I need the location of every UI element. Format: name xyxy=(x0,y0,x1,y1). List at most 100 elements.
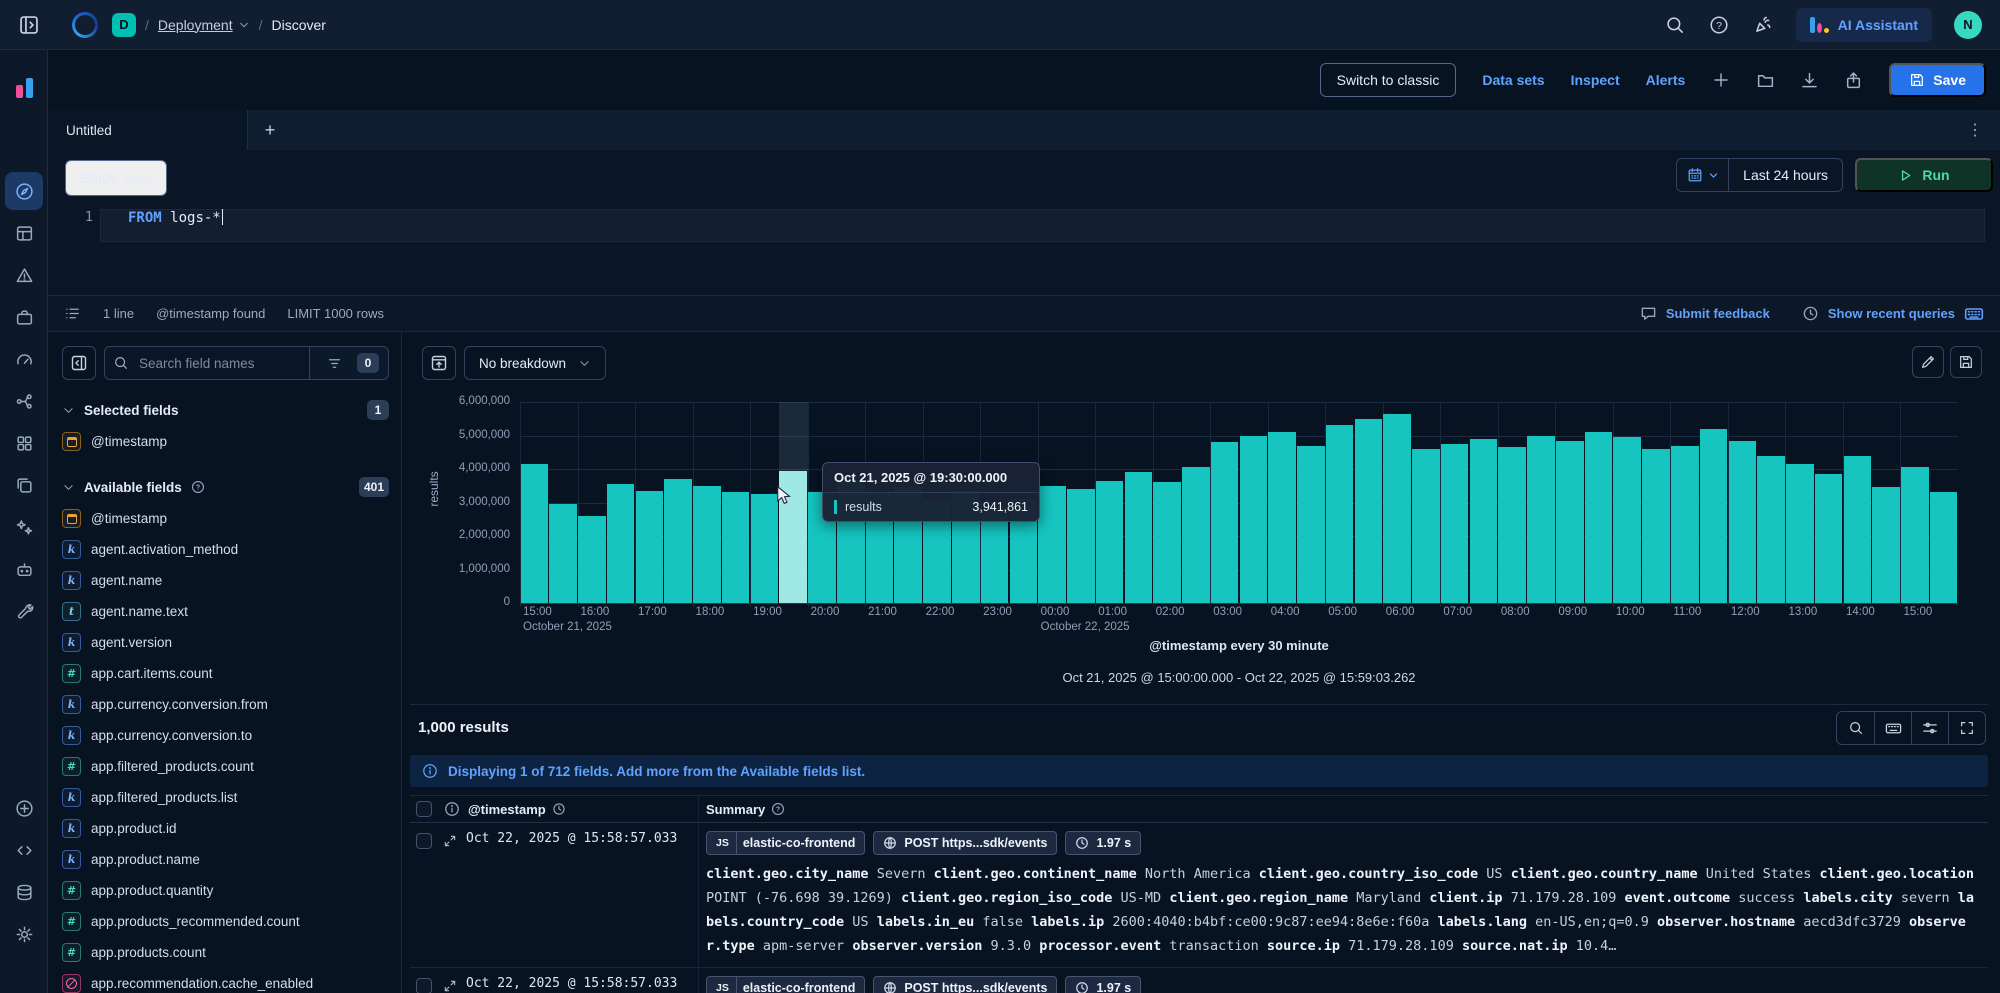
apps-grid-icon[interactable] xyxy=(5,424,43,462)
info-icon[interactable] xyxy=(444,801,460,817)
histogram-bar[interactable] xyxy=(1498,447,1526,603)
save-chart-icon[interactable] xyxy=(1950,346,1982,378)
user-avatar[interactable]: N xyxy=(1954,11,1982,39)
field-filter-button[interactable]: 0 xyxy=(309,347,388,379)
histogram-bar[interactable] xyxy=(1700,429,1728,603)
alerts-icon[interactable] xyxy=(5,256,43,294)
folder-icon[interactable] xyxy=(1755,70,1775,90)
row-checkbox[interactable] xyxy=(416,833,432,849)
keyboard-shortcuts-icon[interactable] xyxy=(1964,304,1984,324)
field-item[interactable]: #app.product.quantity xyxy=(62,875,389,906)
histogram-bar[interactable] xyxy=(1527,436,1555,604)
histogram-bar[interactable] xyxy=(549,504,577,603)
new-tab-button[interactable]: + xyxy=(248,110,292,150)
tools-wrench-icon[interactable] xyxy=(5,592,43,630)
histogram-bar[interactable] xyxy=(1556,441,1584,603)
alerts-link[interactable]: Alerts xyxy=(1646,72,1686,88)
summary-column-header[interactable]: Summary ? xyxy=(706,802,785,817)
tab-untitled[interactable]: Untitled xyxy=(48,110,248,150)
elastic-logo[interactable] xyxy=(72,12,98,38)
display-options-icon[interactable] xyxy=(1911,712,1948,744)
expand-row-icon[interactable] xyxy=(442,978,457,993)
histogram-bar[interactable] xyxy=(693,486,721,603)
search-icon[interactable] xyxy=(1837,712,1874,744)
histogram-bar[interactable] xyxy=(1297,446,1325,603)
announcements-icon[interactable] xyxy=(1752,14,1774,36)
save-button[interactable]: Save xyxy=(1889,63,1986,97)
histogram-bar[interactable] xyxy=(1729,441,1757,603)
keyboard-icon[interactable] xyxy=(1874,712,1911,744)
ai-sparkles-icon[interactable] xyxy=(5,508,43,546)
histogram-bar[interactable] xyxy=(664,479,692,603)
histogram-bar[interactable] xyxy=(1038,486,1066,603)
histogram-bar[interactable] xyxy=(1441,444,1469,603)
histogram-bar[interactable] xyxy=(1211,442,1239,603)
field-item[interactable]: kapp.currency.conversion.to xyxy=(62,720,389,751)
ai-assistant-button[interactable]: AI Assistant xyxy=(1796,8,1932,42)
expand-row-icon[interactable] xyxy=(442,833,457,848)
histogram-bar[interactable] xyxy=(722,492,750,603)
time-picker[interactable]: Last 24 hours xyxy=(1676,158,1843,192)
histogram-bar[interactable] xyxy=(1125,472,1153,603)
settings-gear-icon[interactable] xyxy=(5,915,43,953)
histogram-bar[interactable] xyxy=(1182,467,1210,603)
show-recent-queries-link[interactable]: Show recent queries xyxy=(1828,306,1955,321)
summary-badge-clock[interactable]: 1.97 s xyxy=(1065,976,1141,993)
breadcrumb-deployment[interactable]: Deployment xyxy=(158,17,250,33)
field-item[interactable]: #app.products.count xyxy=(62,937,389,968)
calendar-icon[interactable] xyxy=(1677,159,1729,191)
field-item[interactable]: kapp.currency.conversion.from xyxy=(62,689,389,720)
field-item[interactable]: kagent.name xyxy=(62,565,389,596)
histogram-bar[interactable] xyxy=(1901,467,1929,603)
summary-badge-globe[interactable]: POST https...sdk/events xyxy=(873,831,1057,855)
deployment-badge[interactable]: D xyxy=(112,13,136,37)
histogram-bar[interactable] xyxy=(636,491,664,603)
histogram-bar[interactable] xyxy=(1326,425,1354,603)
run-query-button[interactable]: Run xyxy=(1855,158,1993,192)
summary-badge-js[interactable]: JSelastic-co-frontend xyxy=(706,831,865,855)
machine-learning-icon[interactable] xyxy=(5,382,43,420)
histogram-bar[interactable] xyxy=(1096,481,1124,603)
histogram-bar[interactable] xyxy=(1642,449,1670,603)
histogram-bar[interactable] xyxy=(1930,492,1958,603)
field-item[interactable]: @timestamp xyxy=(62,426,389,457)
timestamp-column-header[interactable]: @timestamp xyxy=(468,802,566,817)
fullscreen-icon[interactable] xyxy=(1948,712,1985,744)
histogram-bar[interactable] xyxy=(1067,489,1095,603)
histogram-bar[interactable] xyxy=(1671,446,1699,603)
histogram-bar[interactable] xyxy=(1383,414,1411,603)
field-item[interactable]: kapp.product.id xyxy=(62,813,389,844)
dev-tools-icon[interactable] xyxy=(5,831,43,869)
available-fields-header[interactable]: Available fields ? 401 xyxy=(62,475,389,499)
field-item[interactable]: kapp.filtered_products.list xyxy=(62,782,389,813)
tab-options-menu-icon[interactable]: ⋮ xyxy=(1967,110,1984,150)
field-item[interactable]: app.recommendation.cache_enabled xyxy=(62,968,389,993)
histogram-bar[interactable] xyxy=(1872,487,1900,603)
histogram-bar[interactable] xyxy=(1470,439,1498,603)
edit-chart-pencil-icon[interactable] xyxy=(1912,346,1944,378)
field-item[interactable]: #app.filtered_products.count xyxy=(62,751,389,782)
histogram-plot[interactable]: Oct 21, 2025 @ 19:30:00.000 results 3,94… xyxy=(520,402,1958,603)
field-search-input[interactable] xyxy=(137,355,309,372)
field-search-box[interactable]: 0 xyxy=(104,346,389,380)
histogram-bar[interactable] xyxy=(751,494,779,603)
edit-visualization-icon[interactable] xyxy=(422,346,456,380)
cases-icon[interactable] xyxy=(5,298,43,336)
query-input-line[interactable]: 1 FROM logs-* xyxy=(48,209,2000,242)
agents-icon[interactable] xyxy=(5,550,43,588)
histogram-bar[interactable] xyxy=(1585,432,1613,603)
fields-info-banner[interactable]: Displaying 1 of 712 fields. Add more fro… xyxy=(410,755,1988,787)
help-icon[interactable]: ? xyxy=(1708,14,1730,36)
histogram-bar[interactable] xyxy=(1153,482,1181,603)
discover-compass-icon[interactable] xyxy=(5,172,43,210)
histogram-bar[interactable] xyxy=(607,484,635,603)
histogram-bar[interactable] xyxy=(1355,419,1383,603)
breakdown-select[interactable]: No breakdown xyxy=(464,346,606,380)
submit-feedback-link[interactable]: Submit feedback xyxy=(1666,306,1770,321)
dashboards-icon[interactable] xyxy=(5,214,43,252)
inspect-link[interactable]: Inspect xyxy=(1571,72,1620,88)
histogram-bar[interactable] xyxy=(1815,474,1843,603)
nav-menu-toggle-icon[interactable] xyxy=(14,10,44,40)
query-text[interactable]: FROM logs-* xyxy=(128,209,223,242)
observability-logo-icon[interactable] xyxy=(10,72,38,98)
